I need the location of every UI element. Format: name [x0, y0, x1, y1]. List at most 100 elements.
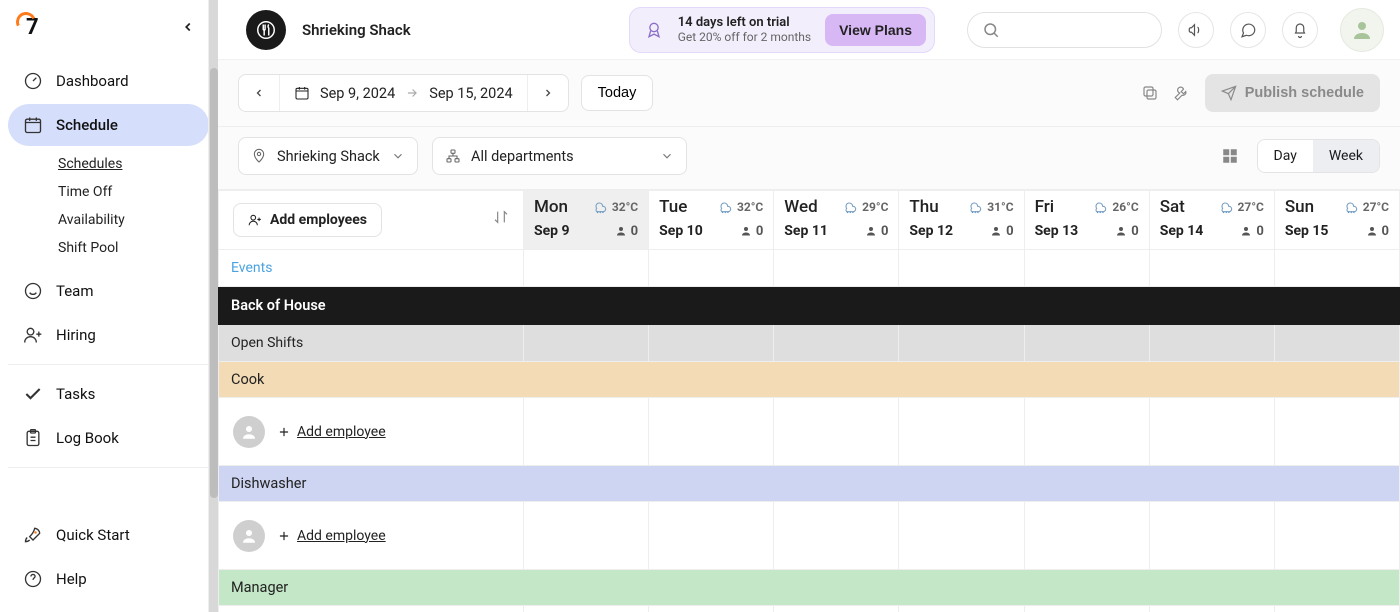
shift-cell[interactable]	[774, 606, 899, 612]
day-date: Sep 14	[1160, 223, 1204, 239]
shift-cell[interactable]	[1274, 325, 1399, 362]
shift-cell[interactable]	[774, 250, 899, 287]
shift-cell[interactable]	[774, 325, 899, 362]
day-header[interactable]: Tue 32°C Sep 10 0	[649, 191, 774, 250]
submenu-shift-pool[interactable]: Shift Pool	[58, 240, 209, 256]
badge-icon	[644, 20, 664, 40]
date-range-end: Sep 15, 2024	[429, 85, 512, 102]
shift-cell[interactable]	[774, 502, 899, 570]
shift-cell[interactable]	[1024, 502, 1149, 570]
sidebar-item-dashboard[interactable]: Dashboard	[8, 60, 209, 102]
publish-schedule-button[interactable]: Publish schedule	[1205, 74, 1380, 112]
shift-cell[interactable]	[1149, 250, 1274, 287]
shift-cell[interactable]	[1149, 398, 1274, 466]
sidebar-item-hiring[interactable]: Hiring	[8, 314, 209, 356]
submenu-time-off[interactable]: Time Off	[58, 184, 209, 200]
location-dropdown[interactable]: Shrieking Shack	[238, 137, 418, 175]
department-dropdown[interactable]: All departments	[432, 137, 687, 175]
day-header[interactable]: Thu 31°C Sep 12 0	[899, 191, 1024, 250]
day-date: Sep 9	[534, 223, 570, 239]
shift-cell[interactable]	[1274, 250, 1399, 287]
shift-cell[interactable]	[1149, 325, 1274, 362]
shift-cell[interactable]	[1274, 606, 1399, 612]
sidebar-item-quick-start[interactable]: Quick Start	[8, 514, 209, 556]
smile-icon	[22, 280, 44, 302]
submenu-availability[interactable]: Availability	[58, 212, 209, 228]
shift-cell[interactable]	[649, 250, 774, 287]
shift-cell[interactable]	[1024, 606, 1149, 612]
day-header[interactable]: Mon 32°C Sep 9 0	[524, 191, 649, 250]
restaurant-logo	[246, 10, 286, 50]
shift-cell[interactable]	[899, 250, 1024, 287]
week-view-button[interactable]: Week	[1313, 140, 1379, 172]
user-avatar[interactable]	[1340, 8, 1384, 52]
day-date: Sep 12	[909, 223, 953, 239]
day-view-button[interactable]: Day	[1258, 140, 1313, 172]
today-button[interactable]: Today	[581, 75, 654, 111]
sort-button[interactable]	[493, 209, 509, 225]
shift-cell[interactable]	[649, 325, 774, 362]
submenu-schedules[interactable]: Schedules	[58, 156, 209, 172]
day-header[interactable]: Wed 29°C Sep 11 0	[774, 191, 899, 250]
day-name: Mon	[534, 197, 568, 217]
day-header[interactable]: Fri 26°C Sep 13 0	[1024, 191, 1149, 250]
shift-cell[interactable]	[1024, 325, 1149, 362]
prev-week-button[interactable]	[239, 75, 279, 111]
add-employee-link[interactable]: Add employee	[277, 424, 386, 440]
shift-cell[interactable]	[524, 398, 649, 466]
shift-cell[interactable]	[649, 606, 774, 612]
shift-cell[interactable]	[1024, 398, 1149, 466]
date-range-button[interactable]: Sep 9, 2024 Sep 15, 2024	[279, 75, 527, 111]
open-shifts-label[interactable]: Open Shifts	[219, 325, 524, 362]
notifications-button[interactable]	[1282, 12, 1318, 48]
sidebar-scrollbar[interactable]	[208, 0, 218, 612]
divider	[8, 467, 209, 468]
shift-cell[interactable]	[899, 606, 1024, 612]
scrollbar-thumb[interactable]	[210, 68, 218, 498]
shift-cell[interactable]	[1274, 502, 1399, 570]
person-icon	[240, 423, 258, 441]
shift-cell[interactable]	[524, 325, 649, 362]
shift-cell[interactable]	[1274, 398, 1399, 466]
shift-cell[interactable]	[524, 250, 649, 287]
day-date: Sep 13	[1035, 223, 1079, 239]
announcements-button[interactable]	[1178, 12, 1214, 48]
copy-schedule-button[interactable]	[1141, 84, 1159, 102]
role-header[interactable]: Manager	[219, 570, 1400, 606]
collapse-sidebar-button[interactable]	[175, 14, 201, 40]
role-header[interactable]: Cook	[219, 362, 1400, 398]
add-employee-link[interactable]: Add employee	[277, 528, 386, 544]
temp: 31°C	[987, 200, 1013, 214]
shift-cell[interactable]	[1149, 606, 1274, 612]
shift-cell[interactable]	[649, 398, 774, 466]
shift-cell[interactable]	[1149, 502, 1274, 570]
day-header[interactable]: Sun 27°C Sep 15 0	[1274, 191, 1399, 250]
shift-cell[interactable]	[649, 502, 774, 570]
shift-cell[interactable]	[1024, 250, 1149, 287]
view-plans-button[interactable]: View Plans	[825, 14, 926, 46]
shift-cell[interactable]	[899, 502, 1024, 570]
add-employees-button[interactable]: Add employees	[233, 203, 382, 237]
events-row-label[interactable]: Events	[219, 250, 524, 287]
shift-cell[interactable]	[899, 398, 1024, 466]
day-header[interactable]: Sat 27°C Sep 14 0	[1149, 191, 1274, 250]
temp: 32°C	[612, 200, 638, 214]
shift-cell[interactable]	[899, 325, 1024, 362]
messages-button[interactable]	[1230, 12, 1266, 48]
sidebar-item-schedule[interactable]: Schedule	[8, 104, 209, 146]
sidebar-item-log-book[interactable]: Log Book	[8, 417, 209, 459]
employee-count: 0	[865, 224, 888, 239]
user-plus-icon	[248, 213, 262, 227]
sidebar-item-team[interactable]: Team	[8, 270, 209, 312]
shift-cell[interactable]	[524, 502, 649, 570]
shift-cell[interactable]	[524, 606, 649, 612]
search-input[interactable]	[967, 12, 1162, 48]
sidebar-item-help[interactable]: Help	[8, 558, 209, 600]
shift-cell[interactable]	[774, 398, 899, 466]
tools-button[interactable]	[1173, 84, 1191, 102]
layout-toggle-button[interactable]	[1221, 147, 1239, 165]
next-week-button[interactable]	[527, 75, 568, 111]
sidebar-item-tasks[interactable]: Tasks	[8, 373, 209, 415]
section-header[interactable]: Back of House	[219, 287, 1400, 325]
role-header[interactable]: Dishwasher	[219, 466, 1400, 502]
